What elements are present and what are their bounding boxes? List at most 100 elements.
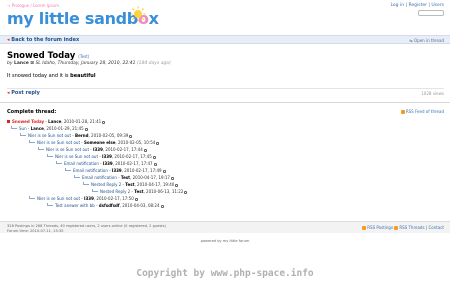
rss-thread-label: RSS Feed of thread [405,109,444,114]
entry-subject[interactable]: Nier is se Sun not out [37,196,80,201]
entry-date: 2010-02-17, 17:45 [114,154,152,159]
entry-subject[interactable]: Nier is se Sun not out [46,147,89,152]
entry-date: 2010-01-29, 21:45 [46,126,84,131]
user-menu: Log in | Register | Users [390,3,445,8]
thread-entry: Nier is se Sun not out - I339, 2010-02-1… [29,195,138,202]
back-label: Back to the forum index [11,37,80,43]
thread-entry: Nested Reply 2 - Test, 2010-04-17, 19:40 [83,181,179,188]
thread-entry: Nier is se Sun not out - Bernd, 2010-02-… [20,132,133,139]
image-icon [175,183,179,187]
thread-entry: Nier is se Sun not out - I339, 2010-02-1… [38,146,147,153]
contact-link[interactable]: Contact [428,225,444,230]
register-link[interactable]: Register [408,3,427,8]
thread-entry: Nested Reply 2 - Test, 2010-06-13, 11:22 [92,188,188,195]
current-posting-icon [7,120,10,123]
entry-date: 2010-02-17, 17:47 [115,161,153,166]
entry-date: 2010-04-17, 19:40 [137,182,175,187]
image-icon [160,204,164,208]
posting-title: Snowed Today (Test) [7,51,89,61]
rss-postings-link[interactable]: RSS Postings [367,225,393,230]
posting-date: Thursday, January 28, 2010, 22:41 [57,61,136,66]
entry-date: 2010-06-13, 11:22 [146,189,184,194]
thread-entry: Email notification - I339, 2010-02-17, 1… [65,167,166,174]
thread-entry: Sun - Lance, 2010-01-29, 21:45 [11,125,88,132]
posting-tag[interactable]: (Test) [78,54,89,59]
divider [0,102,450,103]
image-icon [134,197,138,201]
view-count: 1028 views [421,91,444,96]
image-icon [102,120,106,124]
entry-author: I339 [102,154,112,159]
thread-entry: Snowed Today - Lance, 2010-01-28, 21:41 [7,118,106,125]
thread-entry: Nier is se Sun not out - I339, 2010-02-1… [47,153,156,160]
rss-icon [400,109,405,114]
tree-branch [92,189,98,192]
entry-subject[interactable]: Nested Reply 2 [100,189,130,194]
image-icon [170,176,174,180]
users-link[interactable]: Users [431,3,444,8]
rss-icon [394,225,399,230]
search-input[interactable] [418,10,444,16]
entry-author: Lance [48,119,62,124]
back-to-index-link[interactable]: ◂ Back to the forum index [7,37,79,43]
entry-author: Lance [30,126,44,131]
logo-text-3: x [148,9,159,28]
image-icon [152,155,156,159]
entry-subject[interactable]: Email notification [64,161,99,166]
powered-by[interactable]: powered by my little forum [0,239,450,243]
tree-branch [74,175,80,178]
posting-author[interactable]: Lance [14,61,29,66]
post-reply-button[interactable]: ◂ Post reply [7,90,40,96]
entry-author: Bernd [75,133,89,138]
entry-subject[interactable]: Snowed Today [12,119,44,124]
image-icon [162,169,166,173]
rss-icon [362,225,367,230]
divider [7,88,444,89]
entry-date: 2010-02-17, 17:49 [124,168,162,173]
forum-time: Forum time: 2010-07-11, 15:35 [7,229,64,233]
copyright-watermark: Copyright by www.php-space.info [136,268,314,279]
image-icon [84,127,88,131]
entry-subject[interactable]: Email notification [73,168,108,173]
entry-date: 2010-02-05, 09:39 [91,133,129,138]
post-reply-label: Post reply [11,90,40,96]
tree-branch [11,126,17,129]
rss-thread-link[interactable]: RSS Feed of thread [400,109,444,114]
open-in-thread-link[interactable]: ⇆ Open in thread [409,38,444,43]
entry-subject[interactable]: Nier is se Sun not out [55,154,98,159]
entry-subject[interactable]: Nier is se Sun not out [28,133,71,138]
entry-subject[interactable]: Sun [19,126,27,131]
entry-subject[interactable]: Test answer with bb [55,203,95,208]
entry-author: I339 [93,147,103,152]
nav-bar: ◂ Back to the forum index ⇆ Open in thre… [0,35,450,44]
entry-author: I339 [102,161,113,166]
entry-date: 2010-02-17, 17:44 [105,147,143,152]
meta-prefix: by [7,61,13,66]
thread-entry: Nier is se Sun not out - Someone else, 2… [29,139,160,146]
thread-entry: Email notification - I339, 2010-02-17, 1… [56,160,157,167]
logo-text-1: my little sandb [7,9,138,28]
top-tagline[interactable]: → Prologue / Lorem Ipsum [7,3,59,8]
complete-thread-heading: Complete thread: [7,109,57,115]
posting-body-bold: beautiful [70,73,96,79]
posting-location: SL Idaho [35,61,55,66]
posting-body-text: It snowed today and it is [7,73,69,79]
rss-threads-link[interactable]: RSS Threads [399,225,424,230]
tree-branch [38,147,44,150]
forum-stats: 328 Postings in 268 Threads, 40 register… [7,224,166,234]
entry-author: Someone else [84,140,116,145]
posting-age: (184 days ago) [136,61,171,66]
entry-subject[interactable]: Email notification [82,175,117,180]
entry-subject[interactable]: Nier is se Sun not out [37,140,80,145]
tree-branch [65,168,71,171]
entry-date: 2010-04-17, 19:17 [132,175,170,180]
entry-subject[interactable]: Nested Reply 2 [91,182,121,187]
entry-author: Test [134,189,144,194]
entry-date: 2010-04-03, 08:24 [122,203,160,208]
posting-title-text: Snowed Today [7,51,76,61]
image-icon [156,141,160,145]
login-link[interactable]: Log in [391,3,405,8]
image-icon [184,190,188,194]
tree-branch [56,161,62,164]
entry-author: dsfsdfsdf [98,203,120,208]
